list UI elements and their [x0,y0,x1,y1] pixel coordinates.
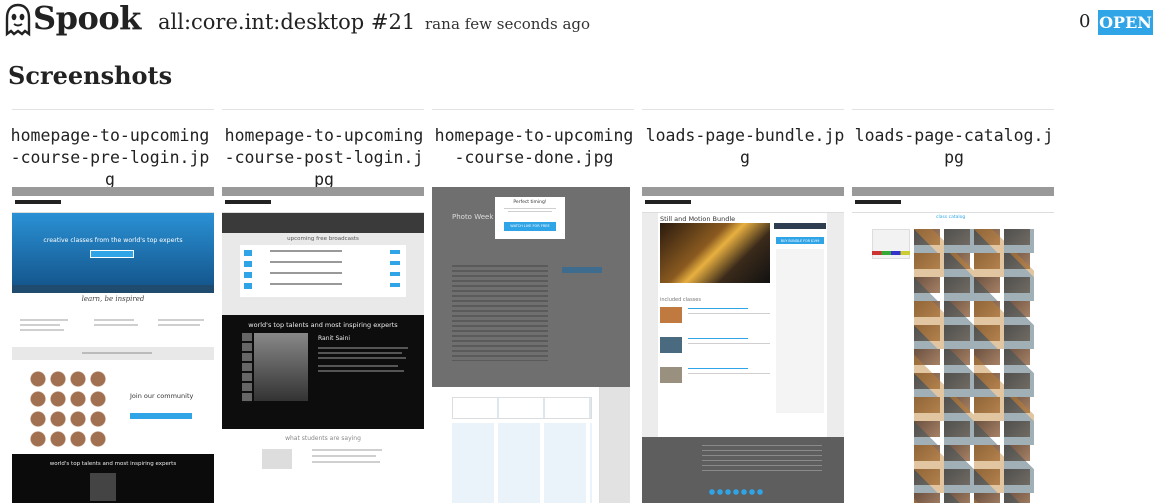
card-divider [642,109,844,110]
bundle-title: Still and Motion Bundle [660,215,736,223]
ran-label: ran [425,15,451,33]
hero-text: creative classes from the world's top ex… [43,237,183,244]
app-logo-text[interactable]: Spook [33,0,141,37]
screenshot-card: loads-page-catalog.jpg class catalog [852,109,1054,503]
screenshot-card: homepage-to-upcoming-course-done.jpg Pho… [432,109,634,503]
tagline-text: learn, be inspired [81,295,145,303]
screenshot-card: homepage-to-upcoming-course-pre-login.jp… [9,109,214,503]
section-title: Screenshots [8,61,173,90]
card-divider [852,109,1054,110]
screenshot-thumbnail[interactable]: upcoming free broadcasts world's top tal… [222,187,424,503]
buy-bundle-button: BUY BUNDLE FOR $199 [780,238,820,243]
screenshot-card: loads-page-bundle.jpg Still and Motion B… [642,109,844,503]
catalog-title: class catalog [936,215,966,220]
screenshot-thumbnail[interactable]: Photo Week 2014 Perfect timing! WATCH LI… [432,187,634,503]
card-divider [432,109,634,110]
footer-text: world's top talents and most inspiring e… [49,461,177,467]
modal-title: Perfect timing! [513,200,547,205]
status-badge[interactable]: OPEN [1098,10,1153,35]
broadcast-list-title: upcoming free broadcasts [287,236,359,242]
screenshot-thumbnail[interactable]: creative classes from the world's top ex… [12,187,214,503]
testimonials-heading: what students are saying [285,435,361,442]
screenshot-thumbnail[interactable]: class catalog [852,187,1054,503]
screenshot-filename[interactable]: homepage-to-upcoming-course-pre-login.jp… [9,125,211,191]
card-divider [12,109,214,110]
card-divider [222,109,424,110]
ran-time: a few seconds ago [451,15,591,33]
dark-section-heading: world's top talents and most inspiring e… [248,321,398,329]
included-classes-heading: included classes [660,297,701,303]
header: Spook all:core.int:desktop #21 ran a few… [0,0,1164,44]
screenshot-thumbnail[interactable]: Still and Motion Bundle BUY BUNDLE FOR $… [642,187,844,503]
featured-person-name: Ranit Saini [318,335,351,342]
screenshot-filename[interactable]: homepage-to-upcoming-course-done.jpg [433,125,635,169]
screenshot-card: homepage-to-upcoming-course-post-login.j… [222,109,424,503]
screenshot-filename[interactable]: loads-page-bundle.jpg [644,125,846,169]
build-title: all:core.int:desktop #21 [158,10,416,34]
community-heading: Join our community [130,392,194,400]
diff-count: 0 [1079,11,1091,32]
screenshot-filename[interactable]: loads-page-catalog.jpg [853,125,1055,169]
screenshot-filename[interactable]: homepage-to-upcoming-course-post-login.j… [223,125,425,191]
ghost-logo-icon [5,3,31,37]
modal-button: WATCH LIVE FOR FREE [510,224,550,228]
